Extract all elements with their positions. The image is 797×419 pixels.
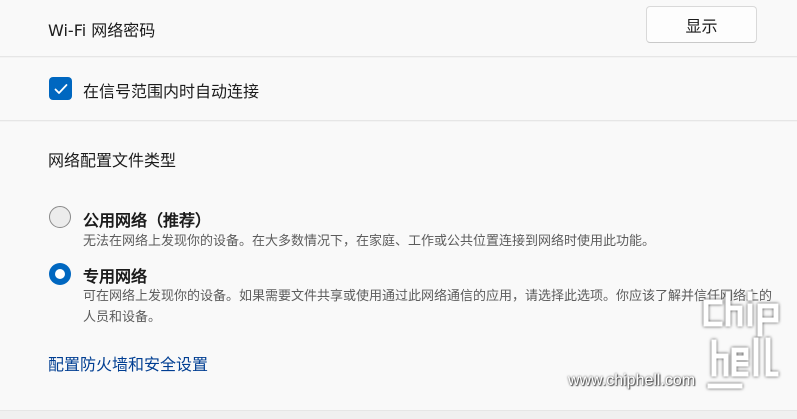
watermark-url: www.chiphell.com bbox=[568, 372, 696, 389]
public-network-title[interactable]: 公用网络（推荐） bbox=[83, 207, 211, 231]
firewall-settings-link[interactable]: 配置防火墙和安全设置 bbox=[48, 351, 208, 375]
wifi-password-label: Wi-Fi 网络密码 bbox=[48, 21, 156, 40]
profile-type-heading: 网络配置文件类型 bbox=[48, 151, 177, 170]
network-profile-section: 网络配置文件类型 公用网络（推荐） 无法在网络上发现你的设备。在大多数情况下，在… bbox=[0, 122, 797, 410]
public-network-radio[interactable] bbox=[49, 206, 71, 228]
public-network-description: 无法在网络上发现你的设备。在大多数情况下，在家庭、工作或公共位置连接到网络时使用… bbox=[83, 234, 656, 249]
wifi-password-row: Wi-Fi 网络密码 显示 bbox=[0, 0, 797, 57]
show-password-button[interactable]: 显示 bbox=[646, 6, 757, 43]
radio-selected-icon bbox=[55, 269, 65, 279]
auto-connect-label: 在信号范围内时自动连接 bbox=[83, 82, 260, 101]
checkmark-icon bbox=[54, 83, 67, 94]
chiphell-logo bbox=[703, 291, 779, 389]
auto-connect-checkbox[interactable] bbox=[49, 77, 72, 100]
auto-connect-row: 在信号范围内时自动连接 bbox=[0, 58, 797, 121]
private-network-radio[interactable] bbox=[49, 263, 71, 285]
private-network-description: 可在网络上发现你的设备。如果需要文件共享或使用通过此网络通信的应用，请选择此选项… bbox=[83, 289, 773, 325]
private-network-title[interactable]: 专用网络 bbox=[83, 263, 147, 287]
